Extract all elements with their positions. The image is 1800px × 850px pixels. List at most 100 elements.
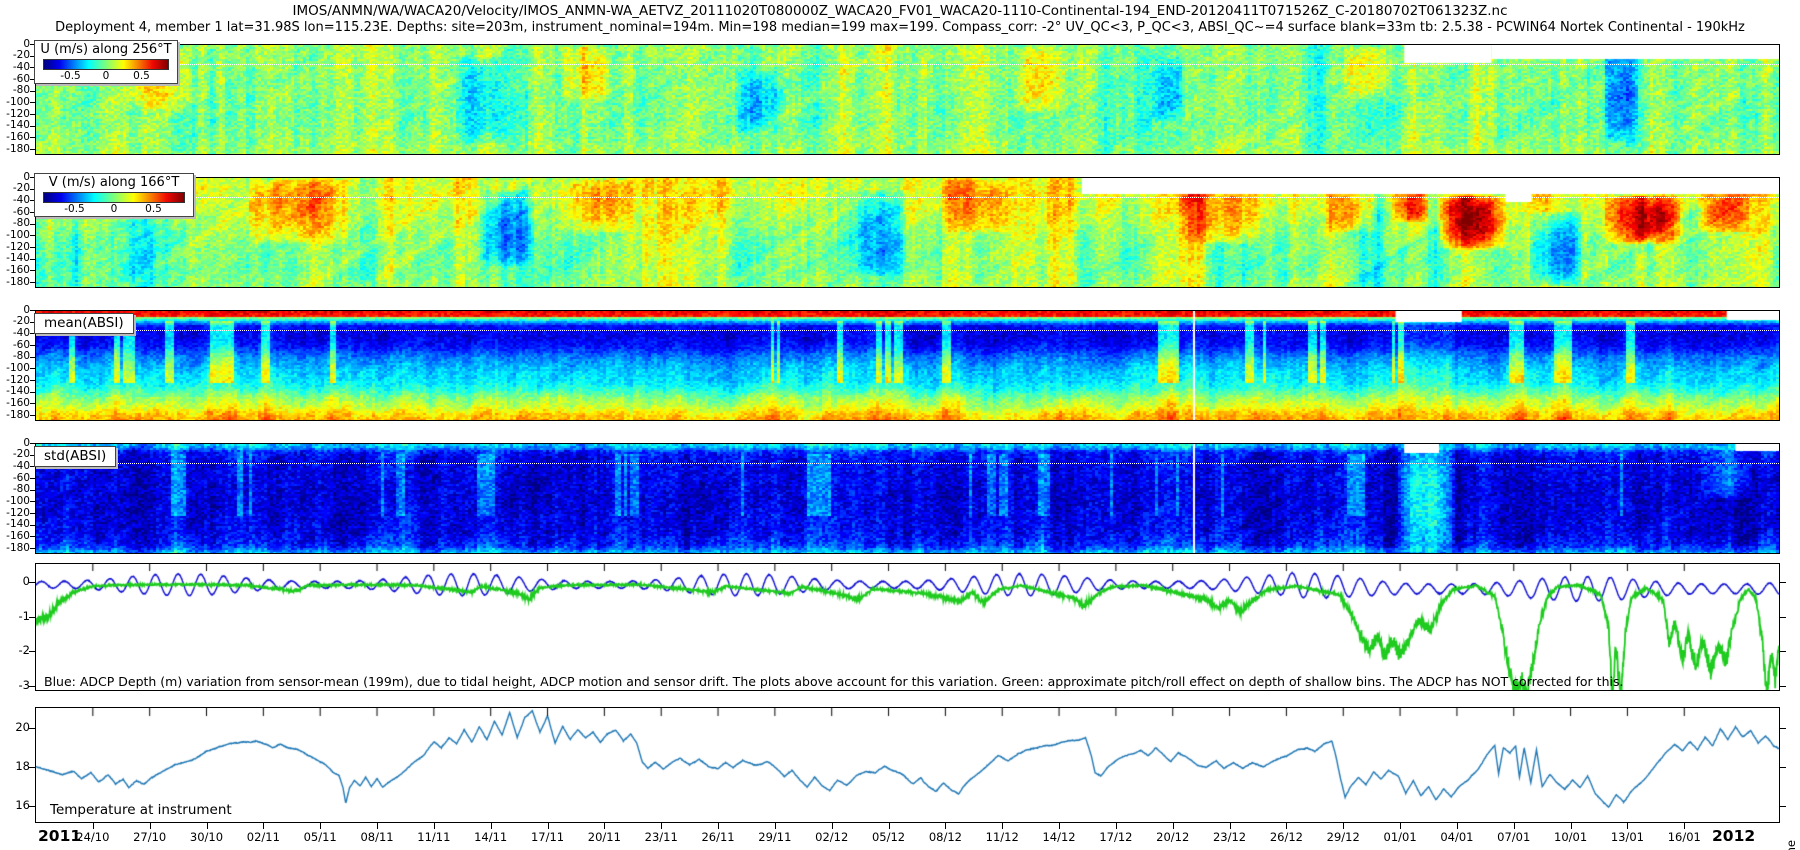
y-tick-right <box>1780 582 1786 583</box>
y-tick-label: -120 <box>2 242 30 253</box>
y-tick-label: -1 <box>2 611 30 622</box>
colorbar-tick-label: 0 <box>103 70 110 82</box>
y-tick-label: -160 <box>2 132 30 143</box>
x-tick-label: 23/12 <box>1213 830 1246 844</box>
depth-lines-canvas <box>36 564 1779 690</box>
x-tick <box>263 822 264 829</box>
y-tick <box>30 403 35 404</box>
y-tick-label: -60 <box>2 207 30 218</box>
y-tick <box>30 282 35 283</box>
x-tick <box>93 822 94 829</box>
y-tick-label: -20 <box>2 183 30 194</box>
y-tick-label: -80 <box>2 484 30 495</box>
y-tick-label: -140 <box>2 519 30 530</box>
y-tick <box>29 686 35 687</box>
v-heatmap-canvas <box>36 178 1779 287</box>
u-legend-title: U (m/s) along 256°T <box>35 42 177 58</box>
x-tick-label: 29/11 <box>758 830 791 844</box>
temperature-label: Temperature at instrument <box>50 802 232 818</box>
y-tick <box>29 767 35 768</box>
y-tick-label: 0 <box>2 576 30 587</box>
y-tick-label: -100 <box>2 363 30 374</box>
u-legend: U (m/s) along 256°T -0.5 0 0.5 <box>34 40 178 84</box>
x-tick-label: 02/12 <box>815 830 848 844</box>
panel-temperature: Temperature at instrument <box>35 707 1780 823</box>
x-tick-label: 30/10 <box>190 830 223 844</box>
colorbar-tick-label: -0.5 <box>64 203 85 215</box>
y-tick <box>30 548 35 549</box>
y-tick <box>30 224 35 225</box>
x-tick-label: 10/01 <box>1554 830 1587 844</box>
x-tick <box>1116 822 1117 829</box>
imos-watermark: © IMOS 14-Dec-2025 15:44:04 Hobart time <box>1784 840 1798 850</box>
y-tick <box>30 478 35 479</box>
y-tick <box>29 728 35 729</box>
x-tick <box>1343 822 1344 829</box>
panel-std-absi: std(ABSI) <box>35 443 1780 554</box>
page-title: IMOS/ANMN/WA/WACA20/Velocity/IMOS_ANMN-W… <box>0 3 1800 19</box>
y-tick <box>30 114 35 115</box>
y-tick-label: -60 <box>2 340 30 351</box>
page-subtitle: Deployment 4, member 1 lat=31.98S lon=11… <box>0 20 1800 35</box>
x-tick-label: 20/12 <box>1156 830 1189 844</box>
y-tick-label: -180 <box>2 543 30 554</box>
y-tick <box>30 513 35 514</box>
y-tick <box>30 270 35 271</box>
y-tick-label: 20 <box>2 722 30 733</box>
x-tick-label: 26/12 <box>1270 830 1303 844</box>
x-tick-label: 29/12 <box>1327 830 1360 844</box>
y-tick-label: -120 <box>2 508 30 519</box>
y-tick-label: 18 <box>2 761 30 772</box>
x-tick-label: 13/01 <box>1611 830 1644 844</box>
x-tick-label: 17/11 <box>531 830 564 844</box>
x-tick <box>1457 822 1458 829</box>
depth-annotation-text: Blue: ADCP Depth (m) variation from sens… <box>44 674 1623 689</box>
y-tick-right <box>1780 767 1786 768</box>
x-tick-label: 23/11 <box>645 830 678 844</box>
colorbar-tick-label: -0.5 <box>60 70 81 82</box>
y-tick-label: -160 <box>2 398 30 409</box>
y-tick-label: 0 <box>2 438 30 449</box>
x-tick-label: 04/01 <box>1440 830 1473 844</box>
y-tick-label: -100 <box>2 230 30 241</box>
y-tick-right <box>1780 686 1786 687</box>
y-tick-label: -140 <box>2 386 30 397</box>
mean-absi-heatmap-canvas <box>36 311 1779 420</box>
y-tick-label: -40 <box>2 461 30 472</box>
x-tick-label: 08/12 <box>929 830 962 844</box>
y-tick-label: -120 <box>2 375 30 386</box>
y-tick-label: -20 <box>2 50 30 61</box>
x-tick-label: 20/11 <box>588 830 621 844</box>
y-tick <box>30 415 35 416</box>
y-tick <box>30 149 35 150</box>
y-tick-label: -80 <box>2 218 30 229</box>
y-tick <box>30 91 35 92</box>
u-colorbar-ticks: -0.5 0 0.5 <box>35 70 177 83</box>
y-tick <box>30 380 35 381</box>
y-tick-label: -80 <box>2 351 30 362</box>
x-tick-label: 14/11 <box>474 830 507 844</box>
y-tick-label: -40 <box>2 62 30 73</box>
x-tick-label: 11/12 <box>986 830 1019 844</box>
y-tick <box>29 806 35 807</box>
v-legend-title: V (m/s) along 166°T <box>35 175 193 191</box>
std-absi-label: std(ABSI) <box>34 446 116 467</box>
y-tick <box>30 310 35 311</box>
y-tick-right <box>1780 651 1786 652</box>
v-legend: V (m/s) along 166°T -0.5 0 0.5 <box>34 173 194 217</box>
x-tick-label: 27/10 <box>133 830 166 844</box>
x-tick <box>320 822 321 829</box>
colorbar-tick-label: 0.5 <box>145 203 162 215</box>
y-tick <box>30 525 35 526</box>
y-tick-label: -120 <box>2 109 30 120</box>
x-tick <box>604 822 605 829</box>
x-tick-label: 05/12 <box>872 830 905 844</box>
y-tick-label: -180 <box>2 144 30 155</box>
x-tick-label: 08/11 <box>360 830 393 844</box>
year-label-start: 2011 <box>38 827 81 845</box>
y-tick-label: -160 <box>2 265 30 276</box>
x-tick <box>832 822 833 829</box>
x-tick <box>1002 822 1003 829</box>
x-tick <box>661 822 662 829</box>
y-tick <box>29 617 35 618</box>
